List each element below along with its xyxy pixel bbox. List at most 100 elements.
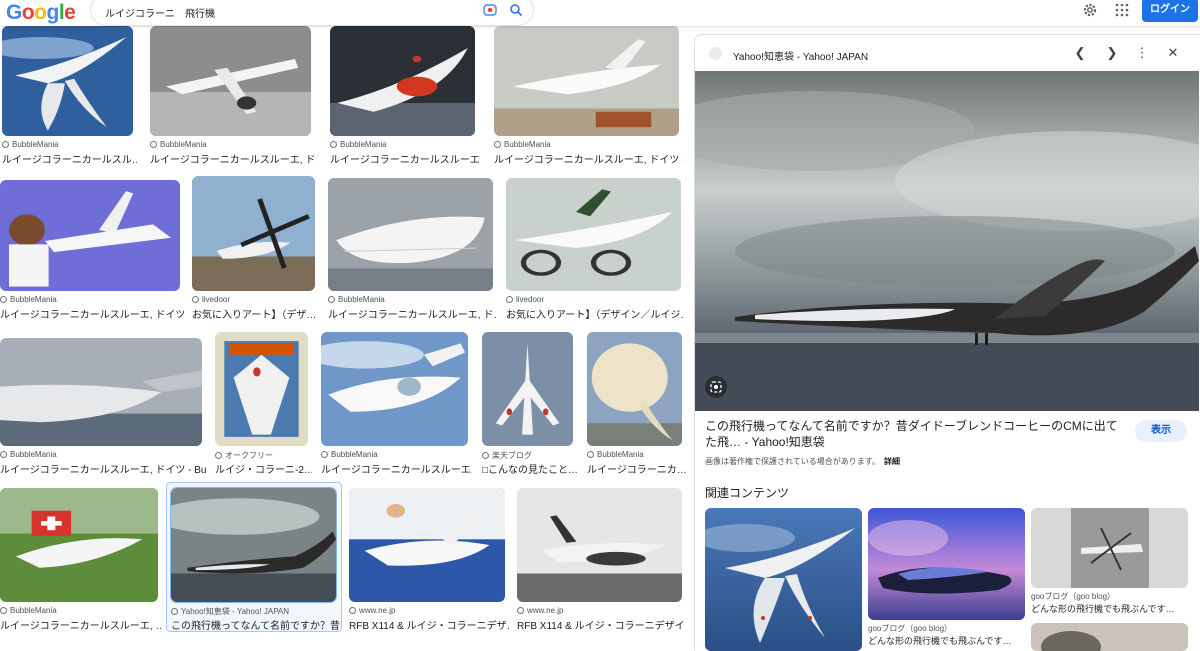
lens-search-icon[interactable]: [705, 376, 727, 398]
image-result[interactable]: BubbleMania ルイージコラーニカールスルーエ, ド…: [150, 26, 315, 170]
result-title[interactable]: ルイージコラーニカールスル…: [2, 151, 137, 166]
site-favicon-icon: [171, 608, 178, 615]
result-thumbnail[interactable]: [587, 332, 682, 446]
more-options-icon[interactable]: ⋮: [1133, 44, 1151, 62]
result-title[interactable]: ルイージコラーニカールスルーエ, ド…: [150, 151, 315, 166]
result-source[interactable]: Yahoo!知恵袋 - Yahoo! JAPAN: [171, 606, 336, 617]
result-title[interactable]: ルイージコラーニカ…: [587, 461, 686, 476]
close-icon[interactable]: ✕: [1164, 44, 1182, 62]
panel-site-name[interactable]: Yahoo!知恵袋 - Yahoo! JAPAN: [733, 48, 868, 63]
apps-grid-icon[interactable]: [1114, 2, 1130, 18]
result-thumbnail[interactable]: [506, 178, 681, 291]
result-source[interactable]: BubbleMania: [587, 450, 682, 459]
image-result[interactable]: BubbleMania ルイージコラーニカールスル…: [2, 26, 137, 170]
result-thumbnail[interactable]: [0, 488, 158, 602]
related-image[interactable]: [868, 508, 1025, 620]
result-thumbnail[interactable]: [328, 178, 493, 291]
image-result[interactable]: www.ne.jp RFB X114 & ルイジ・コラーニデザ…: [349, 488, 509, 636]
image-result[interactable]: 楽天ブログ □こんなの見たこと…: [482, 332, 577, 480]
site-favicon-icon: [192, 296, 199, 303]
result-thumbnail[interactable]: [0, 338, 202, 446]
image-result[interactable]: BubbleMania ルイージコラーニカールスルーエ, ド…: [328, 178, 497, 325]
result-title[interactable]: ルイージコラーニカールスルーエ, ド…: [328, 306, 497, 321]
result-thumbnail[interactable]: [321, 332, 468, 446]
result-title[interactable]: ルイージコラーニカールスルーエ, ドイツ - …: [494, 151, 683, 166]
google-logo[interactable]: Google: [6, 1, 76, 25]
image-result[interactable]: livedoor お気に入りアート】（デザイン／ルイジ…: [506, 178, 685, 325]
related-image[interactable]: [1031, 623, 1188, 651]
search-input[interactable]: ルイジコラーニ 飛行機: [105, 5, 215, 20]
image-result[interactable]: オークフリー ルイジ・コラーニ-2…: [215, 332, 312, 480]
panel-title[interactable]: この飛行機ってなんて名前ですか？昔ダイドーブレンドコーヒーのCMに出てた飛… -…: [705, 418, 1125, 450]
result-thumbnail[interactable]: [494, 26, 679, 136]
result-source-name: BubbleMania: [504, 140, 551, 149]
details-link[interactable]: 詳細: [884, 457, 900, 466]
copyright-notice: 画像は著作権で保護されている場合があります。 詳細: [705, 456, 900, 467]
result-thumbnail[interactable]: [517, 488, 682, 602]
result-source[interactable]: BubbleMania: [328, 295, 493, 304]
result-source[interactable]: BubbleMania: [0, 450, 202, 459]
result-title[interactable]: RFB X114 & ルイジ・コラーニデザ…: [349, 617, 509, 632]
result-title[interactable]: ルイージコラーニカールスルーエ, …: [0, 617, 162, 632]
result-source[interactable]: BubbleMania: [321, 450, 468, 459]
top-bar: Google ルイジコラーニ 飛行機 ログイン: [0, 0, 1200, 26]
google-lens-icon[interactable]: [483, 4, 497, 16]
image-result[interactable]: BubbleMania ルイージコラーニカールスルーエ, …: [0, 488, 162, 636]
result-source[interactable]: BubbleMania: [330, 140, 475, 149]
result-source[interactable]: livedoor: [192, 295, 315, 304]
search-icon[interactable]: [509, 3, 523, 17]
image-result[interactable]: BubbleMania ルイージコラーニカ…: [587, 332, 686, 480]
image-result[interactable]: livedoor お気に入りアート】（デザ…: [192, 176, 316, 325]
related-title[interactable]: どんな形の飛行機でも飛ぶんです…: [1031, 602, 1191, 615]
result-source[interactable]: www.ne.jp: [349, 606, 505, 615]
result-source[interactable]: オークフリー: [215, 450, 308, 461]
result-title[interactable]: ルイージコラーニカールスルーエ, …: [330, 151, 479, 166]
image-result[interactable]: BubbleMania ルイージコラーニカールスルーエ, ドイツ - …: [494, 26, 683, 170]
image-result[interactable]: BubbleMania ルイージコラーニカールスルーエ, …: [330, 26, 479, 170]
result-thumbnail[interactable]: [330, 26, 475, 136]
result-source[interactable]: BubbleMania: [494, 140, 679, 149]
result-title[interactable]: □こんなの見たこと…: [482, 461, 577, 476]
related-source: gooブログ（goo blog）: [868, 624, 953, 633]
image-result[interactable]: Yahoo!知恵袋 - Yahoo! JAPAN この飛行機ってなんて名前ですか？…: [170, 487, 340, 636]
image-result[interactable]: BubbleMania ルイージコラーニカールスルーエ, ドイツ - Bu…: [0, 338, 206, 480]
result-title[interactable]: ルイジ・コラーニ-2…: [215, 461, 312, 476]
result-thumbnail[interactable]: [0, 180, 180, 291]
image-result[interactable]: BubbleMania ルイージコラーニカールスルーエ, ドイツ…: [321, 332, 472, 480]
result-title[interactable]: お気に入りアート】（デザイン／ルイジ…: [506, 306, 685, 321]
result-thumbnail[interactable]: [2, 26, 133, 136]
settings-gear-icon[interactable]: [1082, 2, 1098, 18]
result-source[interactable]: www.ne.jp: [517, 606, 682, 615]
related-image[interactable]: [1031, 508, 1188, 588]
result-title[interactable]: ルイージコラーニカールスルーエ, ドイツ - Bu…: [0, 461, 206, 476]
image-result[interactable]: BubbleMania ルイージコラーニカールスルーエ, ドイツ…: [0, 180, 184, 325]
login-button[interactable]: ログイン: [1142, 0, 1198, 22]
result-thumbnail[interactable]: [170, 487, 337, 603]
result-title[interactable]: お気に入りアート】（デザ…: [192, 306, 319, 321]
result-title[interactable]: RFB X114 & ルイジ・コラーニデザイ…: [517, 617, 686, 632]
preview-image[interactable]: [695, 71, 1199, 411]
site-favicon-icon: [321, 451, 328, 458]
result-source[interactable]: BubbleMania: [0, 295, 180, 304]
image-result[interactable]: www.ne.jp RFB X114 & ルイジ・コラーニデザイ…: [517, 488, 686, 636]
result-thumbnail[interactable]: [215, 332, 308, 446]
next-chevron-icon[interactable]: ❯: [1103, 44, 1121, 62]
related-source: gooブログ（goo blog）: [1031, 592, 1116, 601]
view-button[interactable]: 表示: [1135, 420, 1187, 442]
result-thumbnail[interactable]: [349, 488, 505, 602]
previous-chevron-icon[interactable]: ❮: [1071, 44, 1089, 62]
result-source[interactable]: BubbleMania: [2, 140, 133, 149]
related-image[interactable]: [705, 508, 862, 651]
result-title[interactable]: この飛行機ってなんて名前ですか？昔…: [171, 617, 340, 632]
result-source[interactable]: 楽天ブログ: [482, 450, 573, 461]
result-source[interactable]: BubbleMania: [150, 140, 311, 149]
result-source[interactable]: livedoor: [506, 295, 681, 304]
related-title[interactable]: どんな形の飛行機でも飛ぶんです…: [868, 634, 1025, 647]
result-thumbnail[interactable]: [192, 176, 315, 291]
result-thumbnail[interactable]: [482, 332, 573, 446]
result-source[interactable]: BubbleMania: [0, 606, 158, 615]
search-box[interactable]: ルイジコラーニ 飛行機: [90, 0, 534, 26]
result-title[interactable]: ルイージコラーニカールスルーエ, ドイツ…: [0, 306, 184, 321]
result-title[interactable]: ルイージコラーニカールスルーエ, ドイツ…: [321, 461, 472, 476]
result-thumbnail[interactable]: [150, 26, 311, 136]
